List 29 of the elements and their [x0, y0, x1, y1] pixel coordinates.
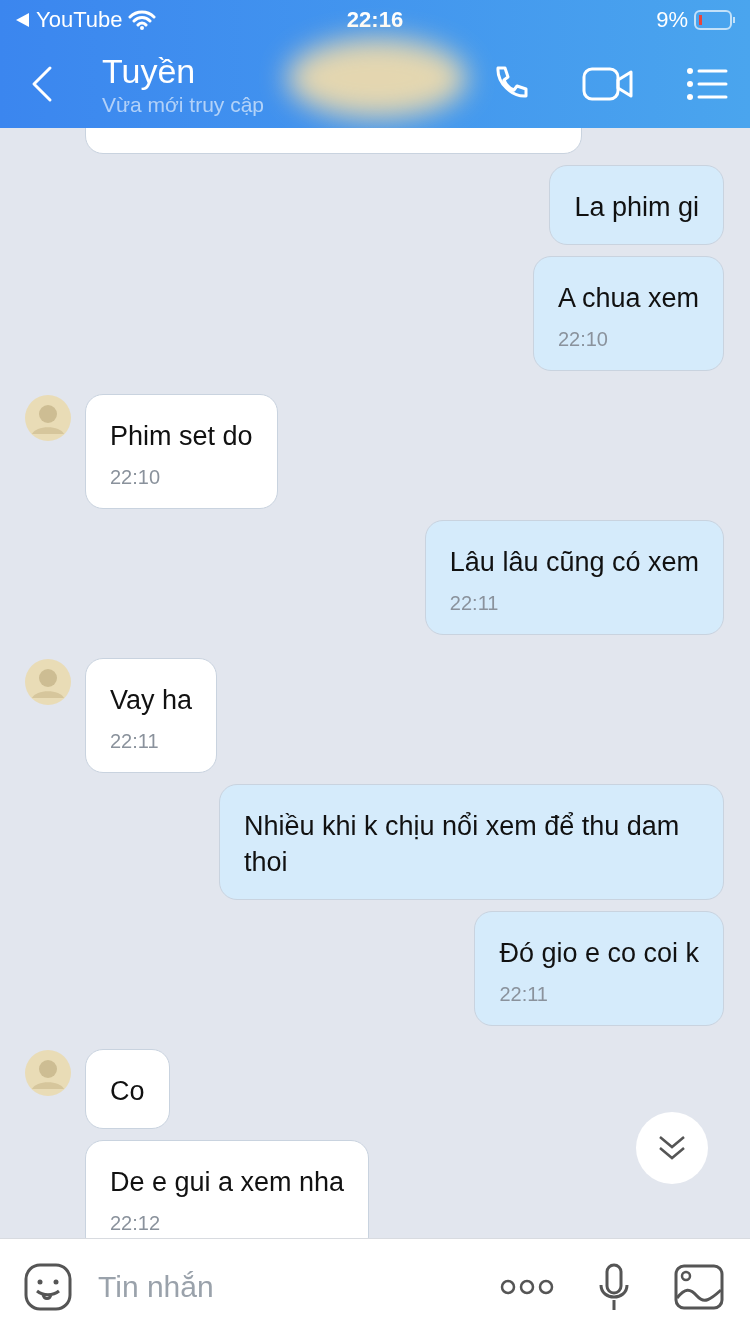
message-text: Đó gio e co coi k: [499, 937, 699, 970]
message-time: 22:11: [449, 592, 500, 615]
microphone-button[interactable]: [598, 1262, 630, 1311]
back-arrow-icon[interactable]: [14, 12, 30, 28]
message-text: De e gui a xem nha: [110, 1166, 345, 1199]
message-time: 22:11: [499, 983, 549, 1006]
wifi-icon: [128, 10, 157, 30]
back-to-app-link[interactable]: YouTube: [36, 7, 123, 33]
battery-percentage: 9%: [656, 7, 688, 33]
message-text: La phim gi: [574, 191, 699, 224]
message-text: Co: [110, 1075, 145, 1108]
message-text: A chua xem: [557, 282, 699, 315]
message-time: 22:10: [110, 466, 162, 489]
message-time: 22:10: [557, 328, 609, 351]
message-time: 22:12: [110, 1212, 162, 1235]
message-time: 22:11: [110, 730, 160, 753]
message-text: Nhiều khi k chịu nổi xem để thu dam thoi: [244, 810, 681, 879]
message-text: Phim set do: [110, 420, 253, 453]
message-text: Vay ha: [110, 684, 193, 717]
image-button[interactable]: [674, 1263, 724, 1310]
menu-button[interactable]: [686, 67, 728, 101]
video-call-button[interactable]: [582, 66, 634, 102]
clock-time: 22:16: [345, 7, 405, 33]
contact-name: Tuyền: [102, 51, 196, 91]
battery-icon: [694, 9, 736, 31]
message-text: Lâu lâu cũng có xem: [449, 546, 699, 579]
back-button[interactable]: [30, 64, 54, 104]
contact-status: Vừa mới truy cập: [102, 92, 265, 117]
sticker-button[interactable]: [24, 1262, 72, 1311]
